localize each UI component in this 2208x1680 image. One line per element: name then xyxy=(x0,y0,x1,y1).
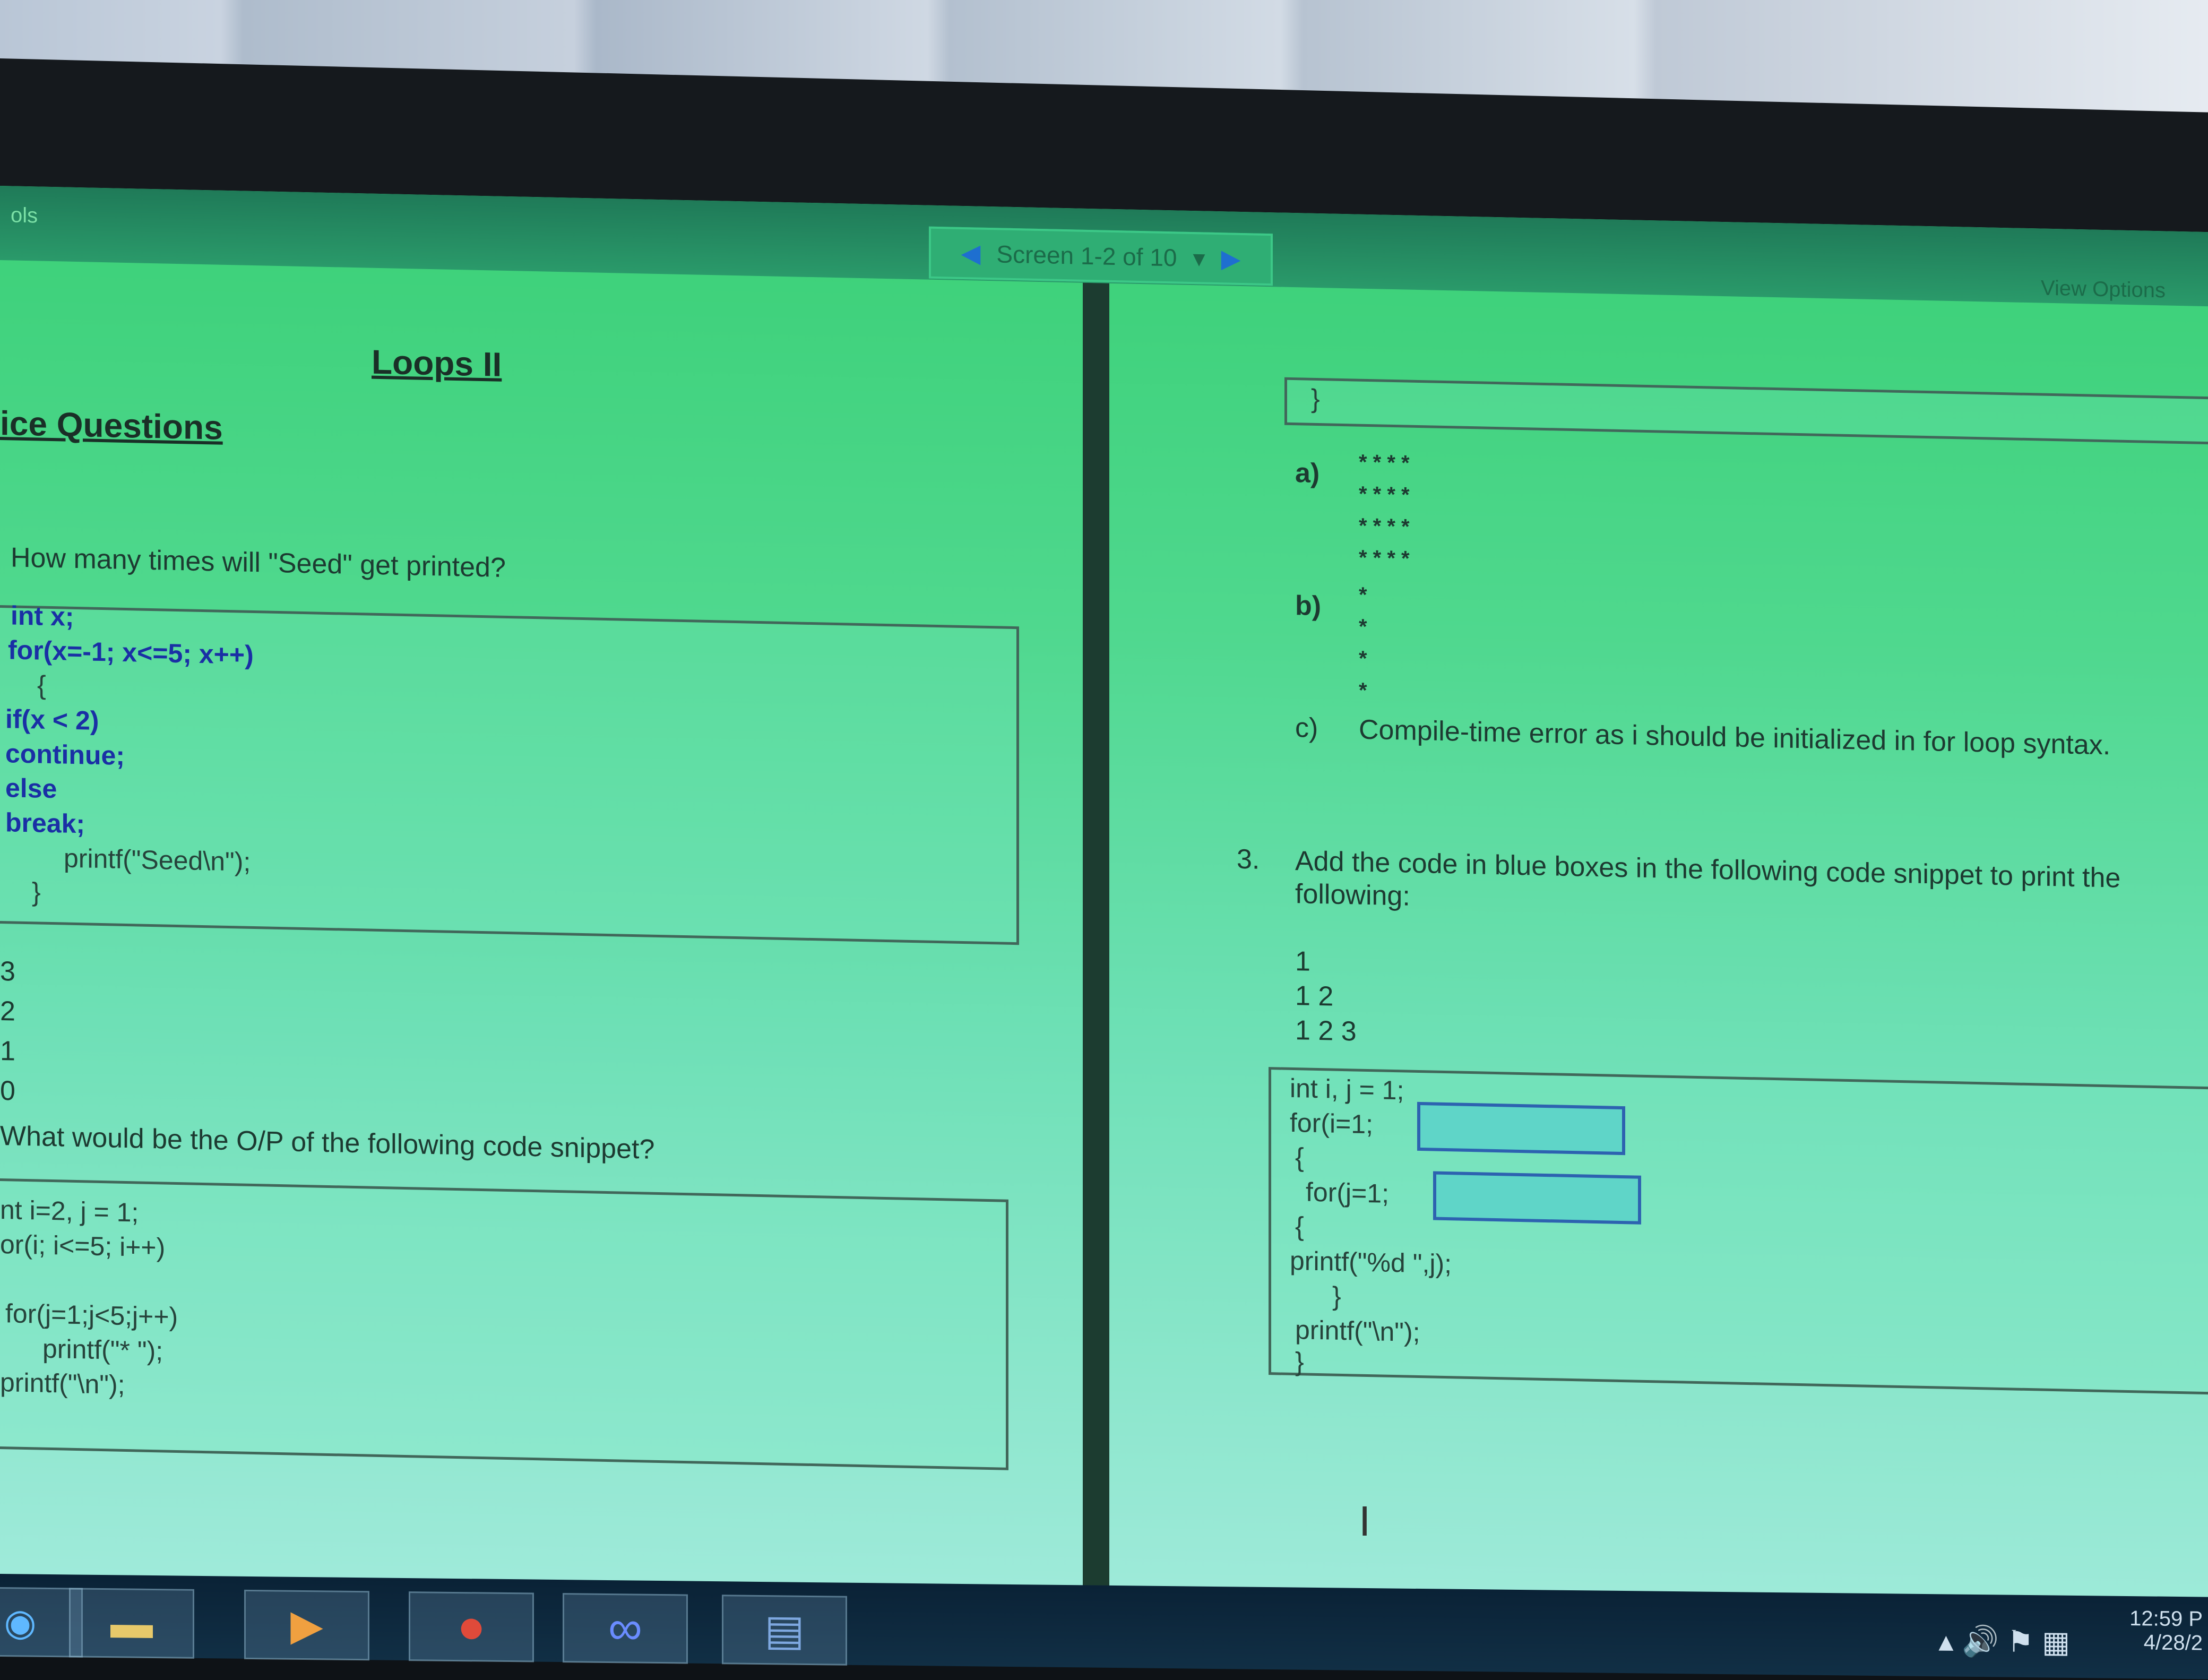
option-c-label: c) xyxy=(1295,712,1318,744)
taskbar-app-explorer[interactable]: ▬ xyxy=(69,1588,194,1659)
code3-line: } xyxy=(1332,1281,1341,1311)
code1-line: continue; xyxy=(5,738,125,771)
code2-line: printf("* "); xyxy=(42,1333,163,1366)
closing-brace: } xyxy=(1311,383,1320,414)
code3-line: { xyxy=(1295,1211,1304,1242)
option-a-label: a) xyxy=(1295,458,1320,489)
page-divider xyxy=(1083,282,1109,1610)
expected-output-line: 1 xyxy=(1295,946,1310,977)
word-icon: ▤ xyxy=(764,1606,805,1654)
folder-icon: ▬ xyxy=(110,1599,153,1647)
right-page: } a) * * * * * * * * * * * * * * * * b) … xyxy=(1109,289,2208,1596)
show-hidden-icons-icon[interactable]: ▴ xyxy=(1938,1624,1953,1657)
chrome-icon: ● xyxy=(456,1600,486,1653)
code3-line: printf("%d ",j); xyxy=(1290,1245,1452,1279)
question-3-number: 3. xyxy=(1237,843,1260,875)
code3-line: { xyxy=(1295,1142,1304,1173)
option-b-label: b) xyxy=(1295,590,1322,622)
option-a-row: * * * * xyxy=(1359,514,1410,539)
clock-time: 12:59 P xyxy=(2129,1607,2203,1631)
code1-line: break; xyxy=(5,807,85,839)
code1-line: } xyxy=(32,877,41,907)
section-title: ice Questions xyxy=(0,404,223,447)
next-screen-icon[interactable]: ▶ xyxy=(1221,244,1241,274)
view-options-button[interactable]: View Options xyxy=(2041,277,2166,303)
screen-pager: ◀ Screen 1-2 of 10 ▾ ▶ xyxy=(929,226,1273,286)
page-title: Loops II xyxy=(372,342,502,384)
infinity-icon: ∞ xyxy=(608,1601,643,1655)
code3-line: for(j=1; xyxy=(1306,1177,1390,1209)
blank-answer-box-2[interactable] xyxy=(1433,1171,1641,1225)
code1-line: else xyxy=(5,773,57,804)
option-item: 3 xyxy=(0,956,15,987)
option-item: 1 xyxy=(0,1036,15,1067)
pager-dropdown-icon[interactable]: ▾ xyxy=(1193,244,1205,272)
system-tray: ▴ 🔊 ⚑ ▦ xyxy=(1938,1623,2070,1660)
taskbar-app-word[interactable]: ▤ xyxy=(722,1595,847,1666)
blank-answer-box-1[interactable] xyxy=(1417,1101,1625,1156)
text-cursor-icon: I xyxy=(1359,1497,1371,1545)
expected-output-line: 1 2 3 xyxy=(1295,1015,1357,1047)
option-a-row: * * * * xyxy=(1359,482,1410,507)
app-screen: ols ◀ Screen 1-2 of 10 ▾ ▶ View Options … xyxy=(0,186,2208,1623)
code-box-tail xyxy=(1284,377,2208,445)
expected-output-line: 1 2 xyxy=(1295,980,1334,1012)
code2-line: nt i=2, j = 1; xyxy=(0,1195,139,1228)
taskbar-app-chrome[interactable]: ● xyxy=(409,1591,534,1662)
option-item: 2 xyxy=(0,996,15,1027)
left-page: Loops II ice Questions How many times wi… xyxy=(0,265,1083,1573)
code3-line: } xyxy=(1295,1347,1304,1377)
option-c-text: Compile-time error as i should be initia… xyxy=(1359,714,2111,761)
code3-line: printf("\n"); xyxy=(1295,1315,1420,1348)
code3-line: for(i=1; xyxy=(1290,1107,1374,1140)
media-player-icon: ▶ xyxy=(290,1601,323,1649)
question-3-text: Add the code in blue boxes in the follow… xyxy=(1295,846,2121,912)
system-clock[interactable]: 12:59 P 4/28/2 xyxy=(2129,1607,2203,1655)
code2-line: for(j=1;j<5;j++) xyxy=(5,1298,178,1332)
code3-line: int i, j = 1; xyxy=(1290,1073,1404,1106)
option-b-row: * xyxy=(1359,615,1367,639)
taskbar-app-infinity[interactable]: ∞ xyxy=(563,1593,688,1664)
action-center-flag-icon[interactable]: ⚑ xyxy=(2007,1625,2033,1659)
code1-line: int x; xyxy=(11,600,74,632)
clock-date: 4/28/2 xyxy=(2143,1631,2203,1655)
windows-logo-icon: ◉ xyxy=(4,1601,37,1643)
option-a-row: * * * * xyxy=(1359,450,1410,475)
question-2: What would be the O/P of the following c… xyxy=(0,1121,655,1165)
option-a-row: * * * * xyxy=(1359,546,1410,571)
code1-line: if(x < 2) xyxy=(5,704,99,736)
code2-line: or(i; i<=5; i++) xyxy=(0,1229,166,1263)
option-b-row: * xyxy=(1359,678,1367,702)
option-b-row: * xyxy=(1359,583,1367,607)
code2-line: printf("\n"); xyxy=(0,1367,125,1400)
code1-line: { xyxy=(37,670,46,700)
tools-menu[interactable]: ols xyxy=(0,196,48,235)
pager-label: Screen 1-2 of 10 xyxy=(996,240,1177,272)
taskbar-app-media[interactable]: ▶ xyxy=(244,1589,369,1661)
network-icon[interactable]: ▦ xyxy=(2042,1625,2070,1659)
option-item: 0 xyxy=(0,1075,15,1107)
volume-icon[interactable]: 🔊 xyxy=(1962,1624,1999,1658)
option-b-row: * xyxy=(1359,647,1367,670)
question-1: How many times will "Seed" get printed? xyxy=(11,542,506,583)
code1-line: for(x=-1; x<=5; x++) xyxy=(8,635,254,670)
code1-line: printf("Seed\n"); xyxy=(64,843,251,877)
prev-screen-icon[interactable]: ◀ xyxy=(961,238,980,269)
